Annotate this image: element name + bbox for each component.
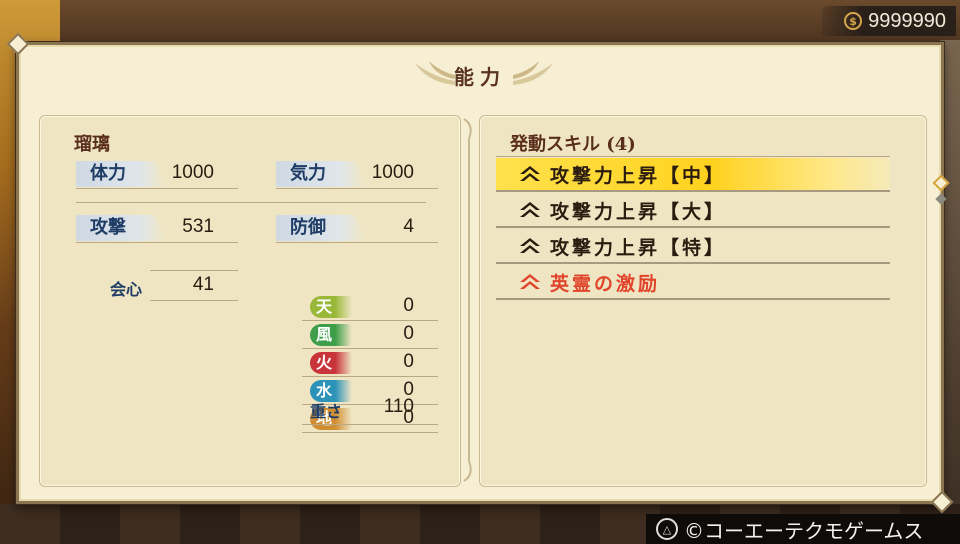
skill-row[interactable]: 英霊の激励 <box>496 266 890 300</box>
scroll-up-icon[interactable] <box>932 174 950 192</box>
coin-icon: $ <box>844 12 863 30</box>
attack-value: 531 <box>182 216 214 237</box>
skill-name: 英霊の激励 <box>550 272 661 295</box>
element-value: 0 <box>403 295 414 316</box>
spirit-value: 1000 <box>371 162 414 183</box>
element-underline <box>302 320 438 321</box>
scroll-down-icon[interactable] <box>935 193 947 205</box>
hp-value: 1000 <box>171 162 214 183</box>
skill-row[interactable]: 攻撃力上昇【中】 <box>496 158 890 192</box>
panel-title: 能力 <box>454 65 506 89</box>
scroll-indicator[interactable] <box>932 173 950 209</box>
spirit-label: 気力 <box>276 161 366 187</box>
element-badge: 風 <box>310 324 352 346</box>
element-underline <box>302 376 438 377</box>
defense-label: 防御 <box>276 215 366 241</box>
crit-top-line <box>150 270 238 271</box>
ornament-right-icon <box>513 61 553 85</box>
element-underline <box>302 432 438 433</box>
currency-display: $ 9999990 <box>822 6 956 36</box>
skill-row[interactable]: 攻撃力上昇【大】 <box>496 194 890 228</box>
triangle-button-icon[interactable]: △ <box>656 518 678 540</box>
spirit-underline <box>276 188 438 189</box>
skill-name: 攻撃力上昇【特】 <box>550 236 727 259</box>
attack-underline <box>76 242 238 243</box>
character-name: 瑠璃 <box>74 134 110 155</box>
weight-label: 重さ <box>310 402 343 421</box>
defense-underline <box>276 242 438 243</box>
element-badge: 天 <box>310 296 352 318</box>
copyright-text: ©コーエーテクモゲームス <box>684 518 924 543</box>
defense-value: 4 <box>403 216 414 237</box>
stats-panel: 瑠璃 体力 1000 気力 1000 攻撃 531 防御 4 会心 41 天 0 風… <box>39 115 461 487</box>
section-divider <box>76 202 426 203</box>
weight-underline <box>302 424 438 425</box>
weight-value: 110 <box>383 396 414 417</box>
skill-chevron-icon <box>520 202 540 217</box>
footer-bar: △ ©コーエーテクモゲームス <box>646 514 960 544</box>
skill-row[interactable]: 攻撃力上昇【特】 <box>496 230 890 264</box>
currency-amount: 9999990 <box>868 9 946 32</box>
crit-value: 41 <box>192 274 214 295</box>
element-badge: 火 <box>310 352 352 374</box>
element-underline <box>302 348 438 349</box>
abilities-panel: 能力 瑠璃 体力 1000 気力 1000 攻撃 531 防御 4 会心 41 … <box>16 42 950 504</box>
skills-header: 発動スキル (4) <box>510 134 636 155</box>
panel-divider <box>463 118 472 482</box>
skill-name: 攻撃力上昇【中】 <box>550 164 727 187</box>
skill-chevron-icon <box>520 166 540 181</box>
crit-label: 会心 <box>110 280 143 299</box>
skill-chevron-icon <box>520 274 540 289</box>
skill-chevron-icon <box>520 238 540 253</box>
skill-name: 攻撃力上昇【大】 <box>550 200 727 223</box>
hp-underline <box>76 188 238 189</box>
skills-header-underline <box>496 156 890 157</box>
crit-underline <box>150 300 238 301</box>
skills-panel: 発動スキル (4) 攻撃力上昇【中】 攻撃力上昇【大】 攻撃力上昇【特】 英霊の… <box>479 115 927 487</box>
element-value: 0 <box>403 323 414 344</box>
hp-label: 体力 <box>76 161 166 187</box>
element-value: 0 <box>403 351 414 372</box>
attack-label: 攻撃 <box>76 215 166 241</box>
